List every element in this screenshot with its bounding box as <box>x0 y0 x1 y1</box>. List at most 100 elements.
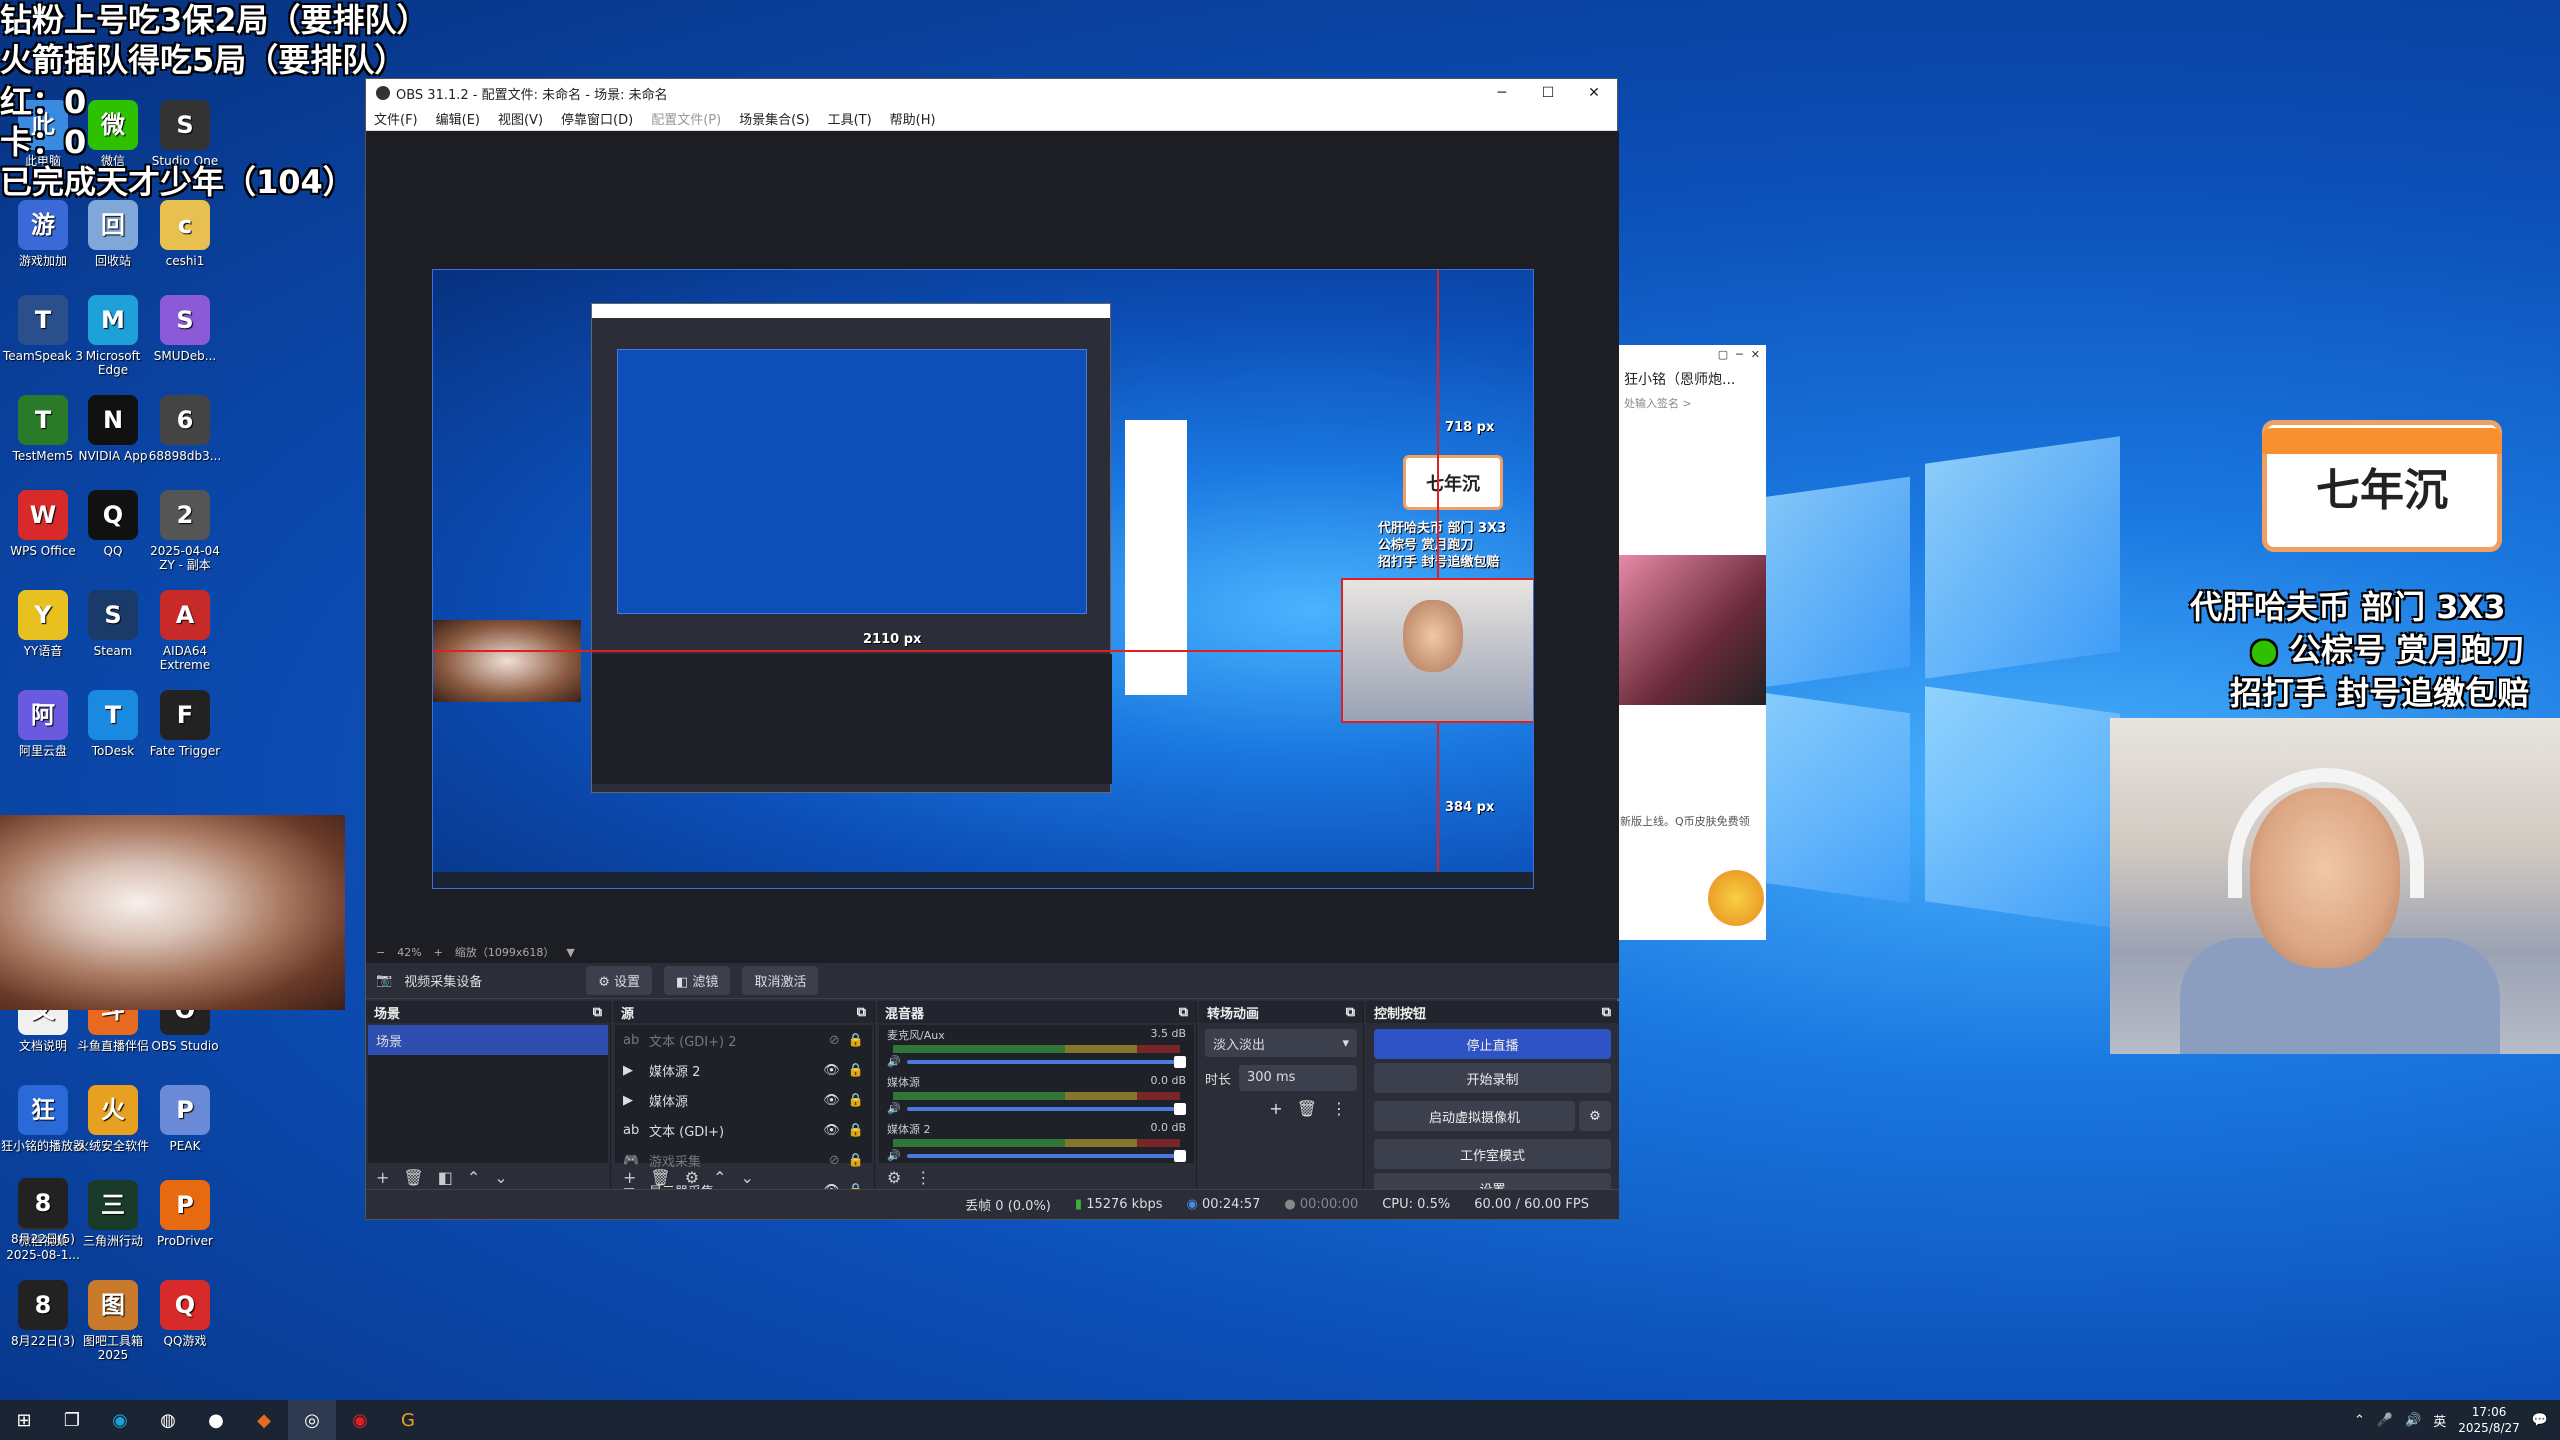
zoom-out-button[interactable]: − <box>376 946 385 959</box>
menu-edit[interactable]: 编辑(E) <box>436 109 480 128</box>
studio-mode-button[interactable]: 工作室模式 <box>1374 1139 1611 1169</box>
menu-profile[interactable]: 配置文件(P) <box>651 109 721 128</box>
volume-slider[interactable] <box>906 1055 1186 1068</box>
task-view-icon[interactable]: ❐ <box>48 1400 96 1440</box>
preview-canvas[interactable]: 七年沉 代肝哈夫币 部门 3X3 公棕号 赏月跑刀 招打手 封号追缴包赔 718 p… <box>432 269 1534 889</box>
clock[interactable]: 17:06 2025/8/27 <box>2458 1404 2520 1436</box>
eye-icon[interactable]: 👁 <box>823 1063 840 1078</box>
ime-indicator[interactable]: 英 <box>2433 1411 2446 1430</box>
scene-up-button[interactable]: ⌃ <box>467 1168 480 1187</box>
menu-tools[interactable]: 工具(T) <box>828 109 872 128</box>
menu-file[interactable]: 文件(F) <box>374 109 418 128</box>
obs-window[interactable]: OBS 31.1.2 - 配置文件: 未命名 - 场景: 未命名 ─ ☐ ✕ 文… <box>365 78 1619 1220</box>
source-filters-button[interactable]: ◧ 滤镜 <box>664 966 731 995</box>
add-transition-button[interactable]: + <box>1269 1099 1282 1118</box>
douyu-taskbar-icon[interactable]: ◆ <box>240 1400 288 1440</box>
duration-input[interactable]: 300 ms <box>1239 1065 1357 1091</box>
obs-titlebar[interactable]: OBS 31.1.2 - 配置文件: 未命名 - 场景: 未命名 ─ ☐ ✕ <box>366 79 1617 107</box>
desktop-icon[interactable]: Q QQ游戏 <box>142 1280 228 1376</box>
eye-icon[interactable]: 👁 <box>823 1093 840 1108</box>
mixer-settings-icon[interactable]: ⚙ <box>887 1168 901 1187</box>
desktop-icon[interactable]: 6 68898db3... <box>142 395 228 491</box>
lock-icon[interactable]: 🔒 <box>848 1093 864 1108</box>
steam-taskbar-icon[interactable]: ◍ <box>144 1400 192 1440</box>
obs-taskbar-icon[interactable]: ◎ <box>288 1400 336 1440</box>
selected-webcam-source[interactable] <box>1341 578 1533 723</box>
chat-ad-image[interactable] <box>1618 555 1766 705</box>
source-up-button[interactable]: ⌃ <box>713 1168 726 1187</box>
tray-expand-icon[interactable]: ⌃ <box>2354 1413 2365 1428</box>
menu-help[interactable]: 帮助(H) <box>890 109 936 128</box>
lock-icon[interactable]: 🔒 <box>848 1033 864 1048</box>
microphone-icon[interactable]: 🎤 <box>2377 1413 2393 1428</box>
maximize-button[interactable]: ☐ <box>1525 85 1571 101</box>
desktop-icon[interactable]: F Fate Trigger <box>142 690 228 786</box>
scene-item[interactable]: 场景 <box>368 1025 608 1055</box>
close-button[interactable]: ✕ <box>1571 85 1617 101</box>
volume-slider[interactable] <box>906 1102 1186 1115</box>
eye-off-icon[interactable]: ⊘ <box>829 1033 840 1048</box>
add-source-button[interactable]: + <box>623 1168 636 1187</box>
gameplus-taskbar-icon[interactable]: G <box>384 1400 432 1440</box>
transition-menu-icon[interactable]: ⋮ <box>1331 1099 1347 1118</box>
desktop-icon[interactable]: c ceshi1 <box>142 200 228 296</box>
source-item[interactable]: ab 文本 (GDI+) 👁 🔒 <box>615 1115 872 1145</box>
minimize-button[interactable]: ─ <box>1479 85 1525 101</box>
lock-icon[interactable]: 🔒 <box>848 1063 864 1078</box>
dock-float-icon[interactable]: ⧉ <box>857 1005 866 1020</box>
volume-icon[interactable]: 🔊 <box>887 1149 901 1162</box>
netease-taskbar-icon[interactable]: ◉ <box>336 1400 384 1440</box>
notification-icon[interactable]: 💬 <box>2532 1413 2548 1428</box>
zoom-dropdown-icon[interactable]: ▼ <box>566 946 574 959</box>
volume-icon[interactable]: 🔊 <box>887 1055 901 1068</box>
start-virtual-camera-button[interactable]: 启动虚拟摄像机 <box>1374 1101 1575 1131</box>
mixer-menu-icon[interactable]: ⋮ <box>915 1168 931 1187</box>
source-item[interactable]: ▶ 媒体源 👁 🔒 <box>615 1085 872 1115</box>
scene-down-button[interactable]: ⌄ <box>494 1168 507 1187</box>
chat-window[interactable]: ▢ ─ ✕ 狂小铭（恩师炮... 处输入签名 > 新版上线。Q币皮肤免费领 <box>1618 345 1766 940</box>
add-scene-button[interactable]: + <box>376 1168 389 1187</box>
volume-icon[interactable]: 🔊 <box>887 1102 901 1115</box>
volume-icon[interactable]: 🔊 <box>2405 1413 2421 1428</box>
edge-taskbar-icon[interactable]: ◉ <box>96 1400 144 1440</box>
eye-icon[interactable]: 👁 <box>823 1123 840 1138</box>
virtual-camera-settings-icon[interactable]: ⚙ <box>1579 1101 1611 1131</box>
source-settings-button[interactable]: ⚙ 设置 <box>586 966 652 995</box>
source-item[interactable]: ab 文本 (GDI+) 2 ⊘ 🔒 <box>615 1025 872 1055</box>
minimize-icon[interactable]: ─ <box>1736 348 1743 362</box>
source-deactivate-button[interactable]: 取消激活 <box>742 966 819 995</box>
preview-area[interactable]: 七年沉 代肝哈夫币 部门 3X3 公棕号 赏月跑刀 招打手 封号追缴包赔 718 p… <box>366 131 1619 941</box>
desktop-icon[interactable]: P ProDriver <box>142 1180 228 1276</box>
zoom-fit[interactable]: 缩放（1099x618） <box>455 944 555 960</box>
dock-float-icon[interactable]: ⧉ <box>1179 1005 1188 1020</box>
dock-float-icon[interactable]: ⧉ <box>1346 1005 1355 1020</box>
desktop-icon[interactable]: 8 8月22日(5) <box>0 1178 86 1274</box>
volume-slider[interactable] <box>906 1149 1186 1162</box>
remove-scene-button[interactable]: 🗑 <box>403 1168 423 1187</box>
stop-streaming-button[interactable]: 停止直播 <box>1374 1029 1611 1059</box>
source-props-button[interactable]: ⚙ <box>685 1168 699 1187</box>
remove-transition-button[interactable]: 🗑 <box>1297 1099 1317 1118</box>
menu-scene-collection[interactable]: 场景集合(S) <box>739 109 809 128</box>
lock-icon[interactable]: 🔒 <box>848 1123 864 1138</box>
close-icon[interactable]: ✕ <box>1751 348 1760 362</box>
menu-view[interactable]: 视图(V) <box>498 109 543 128</box>
desktop-icon[interactable]: A AIDA64 Extreme <box>142 590 228 686</box>
desktop-icon[interactable]: P PEAK <box>142 1085 228 1181</box>
desktop-icon[interactable]: 2 2025-04-04 ZY - 副本 <box>142 490 228 586</box>
source-down-button[interactable]: ⌄ <box>740 1168 753 1187</box>
source-item[interactable]: ▶ 媒体源 2 👁 🔒 <box>615 1055 872 1085</box>
scene-filters-button[interactable]: ◧ <box>438 1168 453 1187</box>
signature-input[interactable]: 处输入签名 > <box>1618 393 1766 413</box>
remove-source-button[interactable]: 🗑 <box>650 1168 670 1187</box>
transition-select[interactable]: 淡入淡出 ▾ <box>1205 1029 1357 1057</box>
start-recording-button[interactable]: 开始录制 <box>1374 1063 1611 1093</box>
pin-icon[interactable]: ▢ <box>1718 348 1728 362</box>
dock-float-icon[interactable]: ⧉ <box>1602 1005 1611 1020</box>
dock-float-icon[interactable]: ⧉ <box>593 1005 602 1020</box>
desktop-icon[interactable]: S SMUDeb... <box>142 295 228 391</box>
zoom-in-button[interactable]: + <box>434 946 443 959</box>
qq-taskbar-icon[interactable]: ● <box>192 1400 240 1440</box>
start-button[interactable]: ⊞ <box>0 1400 48 1440</box>
menu-docks[interactable]: 停靠窗口(D) <box>561 109 633 128</box>
